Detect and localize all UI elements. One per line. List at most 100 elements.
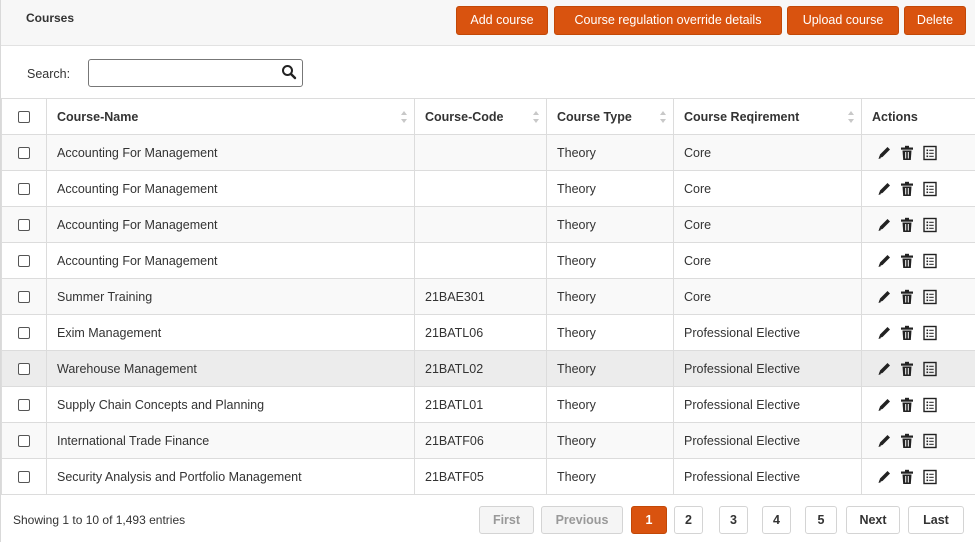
row-checkbox[interactable] (18, 291, 30, 304)
details-icon[interactable] (922, 289, 938, 305)
pagination-first[interactable]: First (479, 506, 534, 534)
pencil-icon[interactable] (876, 397, 892, 413)
pencil-icon[interactable] (876, 181, 892, 197)
row-select-cell (1, 170, 47, 207)
entries-info: Showing 1 to 10 of 1,493 entries (13, 513, 186, 527)
course-type-cell: Theory (546, 386, 674, 423)
actions-cell (861, 386, 975, 423)
course-name-cell: Accounting For Management (46, 242, 415, 279)
actions-cell (861, 242, 975, 279)
course-requirement-cell: Professional Elective (673, 458, 862, 495)
column-header-course-requirement[interactable]: Course Reqirement (673, 98, 862, 135)
course-code-cell: 21BATF06 (414, 422, 547, 459)
row-checkbox[interactable] (18, 327, 30, 340)
details-icon[interactable] (922, 361, 938, 377)
pagination-next[interactable]: Next (846, 506, 900, 534)
table-row[interactable]: Accounting For Management Theory Core (1, 206, 975, 243)
table-row[interactable]: Supply Chain Concepts and Planning 21BATL… (1, 386, 975, 423)
details-icon[interactable] (922, 397, 938, 413)
course-regulation-override-button[interactable]: Course regulation override details (554, 6, 782, 35)
course-requirement-cell: Core (673, 278, 862, 315)
panel-header: Courses Add course Course regulation ove… (1, 0, 975, 46)
pagination-page-3[interactable]: 3 (719, 506, 748, 534)
column-header-course-type[interactable]: Course Type (546, 98, 674, 135)
table-row[interactable]: Accounting For Management Theory Core (1, 170, 975, 207)
row-select-cell (1, 386, 47, 423)
course-type-cell: Theory (546, 134, 674, 171)
course-name-cell: Accounting For Management (46, 134, 415, 171)
pencil-icon[interactable] (876, 469, 892, 485)
pencil-icon[interactable] (876, 145, 892, 161)
trash-icon[interactable] (899, 397, 915, 413)
search-input[interactable] (88, 59, 303, 87)
pencil-icon[interactable] (876, 361, 892, 377)
row-checkbox[interactable] (18, 399, 30, 412)
pagination-page-5[interactable]: 5 (805, 506, 837, 534)
table-header-row: Course-Name Course-Code Course Type Cour… (1, 98, 975, 135)
actions-cell (861, 170, 975, 207)
course-code-cell: 21BATL06 (414, 314, 547, 351)
add-course-button[interactable]: Add course (456, 6, 548, 35)
upload-course-button[interactable]: Upload course (787, 6, 899, 35)
pencil-icon[interactable] (876, 289, 892, 305)
details-icon[interactable] (922, 325, 938, 341)
row-select-cell (1, 422, 47, 459)
trash-icon[interactable] (899, 253, 915, 269)
trash-icon[interactable] (899, 181, 915, 197)
pencil-icon[interactable] (876, 325, 892, 341)
pagination-page-1[interactable]: 1 (631, 506, 667, 534)
trash-icon[interactable] (899, 469, 915, 485)
course-type-cell: Theory (546, 206, 674, 243)
row-checkbox[interactable] (18, 255, 30, 268)
details-icon[interactable] (922, 145, 938, 161)
details-icon[interactable] (922, 217, 938, 233)
select-all-checkbox[interactable] (18, 111, 30, 124)
actions-cell (861, 134, 975, 171)
table-row[interactable]: Warehouse Management 21BATL02 Theory Profes… (1, 350, 975, 387)
row-select-cell (1, 350, 47, 387)
table-row[interactable]: Accounting For Management Theory Core (1, 242, 975, 279)
search-icon[interactable] (281, 64, 297, 80)
course-code-cell (414, 242, 547, 279)
table-row[interactable]: Security Analysis and Portfolio Manageme… (1, 458, 975, 495)
actions-cell (861, 458, 975, 495)
table-row[interactable]: Summer Training 21BAE301 Theory Core (1, 278, 975, 315)
row-checkbox[interactable] (18, 147, 30, 160)
table-row[interactable]: Accounting For Management Theory Core (1, 134, 975, 171)
table-row[interactable]: International Trade Finance 21BATF06 Theor… (1, 422, 975, 459)
row-checkbox[interactable] (18, 183, 30, 196)
course-code-cell (414, 134, 547, 171)
details-icon[interactable] (922, 181, 938, 197)
trash-icon[interactable] (899, 325, 915, 341)
course-name-cell: Summer Training (46, 278, 415, 315)
delete-button[interactable]: Delete (904, 6, 966, 35)
details-icon[interactable] (922, 433, 938, 449)
course-type-cell: Theory (546, 350, 674, 387)
course-code-cell: 21BATL01 (414, 386, 547, 423)
pagination-page-4[interactable]: 4 (762, 506, 791, 534)
pencil-icon[interactable] (876, 253, 892, 269)
row-checkbox[interactable] (18, 363, 30, 376)
trash-icon[interactable] (899, 289, 915, 305)
row-checkbox[interactable] (18, 219, 30, 232)
trash-icon[interactable] (899, 145, 915, 161)
column-header-course-code[interactable]: Course-Code (414, 98, 547, 135)
row-checkbox[interactable] (18, 471, 30, 484)
column-header-course-name[interactable]: Course-Name (46, 98, 415, 135)
details-icon[interactable] (922, 469, 938, 485)
trash-icon[interactable] (899, 361, 915, 377)
pagination-last[interactable]: Last (908, 506, 964, 534)
trash-icon[interactable] (899, 217, 915, 233)
course-name-cell: International Trade Finance (46, 422, 415, 459)
trash-icon[interactable] (899, 433, 915, 449)
page-title: Courses (26, 11, 75, 25)
table-row[interactable]: Exim Management 21BATL06 Theory Professiona… (1, 314, 975, 351)
pencil-icon[interactable] (876, 217, 892, 233)
pagination-page-2[interactable]: 2 (674, 506, 703, 534)
course-name-cell: Supply Chain Concepts and Planning (46, 386, 415, 423)
pencil-icon[interactable] (876, 433, 892, 449)
row-select-cell (1, 206, 47, 243)
details-icon[interactable] (922, 253, 938, 269)
row-checkbox[interactable] (18, 435, 30, 448)
pagination-previous[interactable]: Previous (541, 506, 623, 534)
